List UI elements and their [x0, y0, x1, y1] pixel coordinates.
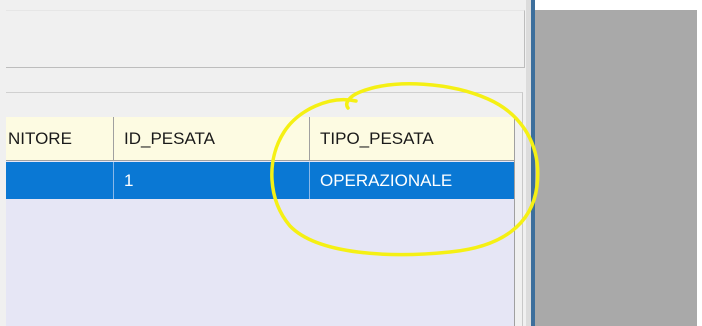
column-header-fornitore[interactable]: NITORE	[6, 117, 114, 160]
table-row[interactable]: 1 OPERAZIONALE	[6, 162, 514, 199]
cell-id-pesata[interactable]: 1	[114, 162, 310, 199]
top-panel-box	[6, 10, 525, 68]
column-header-tipo-pesata[interactable]: TIPO_PESATA	[310, 117, 514, 160]
window-area: NITORE ID_PESATA TIPO_PESATA 1 OPERAZION…	[0, 0, 702, 326]
cell-tipo-pesata[interactable]: OPERAZIONALE	[310, 162, 514, 199]
cell-fornitore[interactable]	[6, 162, 114, 199]
top-panel	[0, 0, 526, 78]
data-grid[interactable]: NITORE ID_PESATA TIPO_PESATA 1 OPERAZION…	[6, 117, 515, 326]
grid-header: NITORE ID_PESATA TIPO_PESATA	[6, 117, 514, 161]
column-header-id-pesata[interactable]: ID_PESATA	[114, 117, 310, 160]
empty-side-area	[535, 10, 697, 326]
